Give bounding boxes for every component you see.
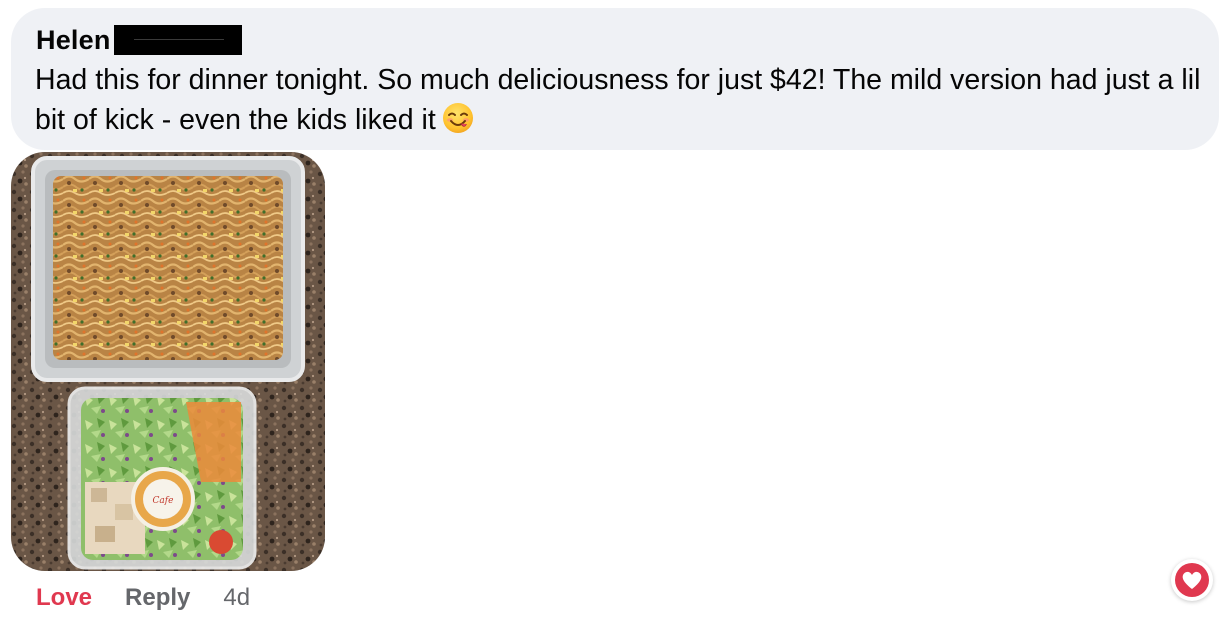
author-name[interactable]: Helen [36,25,111,56]
food-photo-image: Cafe [11,152,325,571]
comment-bubble: Helen Had this for dinner tonight. So mu… [11,8,1219,150]
comment-text: Had this for dinner tonight. So much del… [35,64,1201,136]
comment-author-row: Helen [36,24,242,56]
svg-text:Cafe: Cafe [153,496,174,506]
comment-photo[interactable]: Cafe [11,152,325,571]
comment-actions: Love Reply 4d [36,582,250,614]
salad-container-icon: Cafe [67,386,257,570]
face-savoring-food-icon [442,102,474,145]
noodle-tray-icon [31,156,305,382]
redacted-surname [113,25,242,55]
love-reaction-button[interactable]: Love [36,584,92,612]
heart-icon [1175,563,1209,597]
comment-timestamp[interactable]: 4d [223,584,250,612]
reaction-badge[interactable] [1171,559,1213,601]
comment-body: Had this for dinner tonight. So much del… [35,60,1205,145]
comment-container: Helen Had this for dinner tonight. So mu… [0,0,1226,618]
reply-button[interactable]: Reply [125,584,190,612]
